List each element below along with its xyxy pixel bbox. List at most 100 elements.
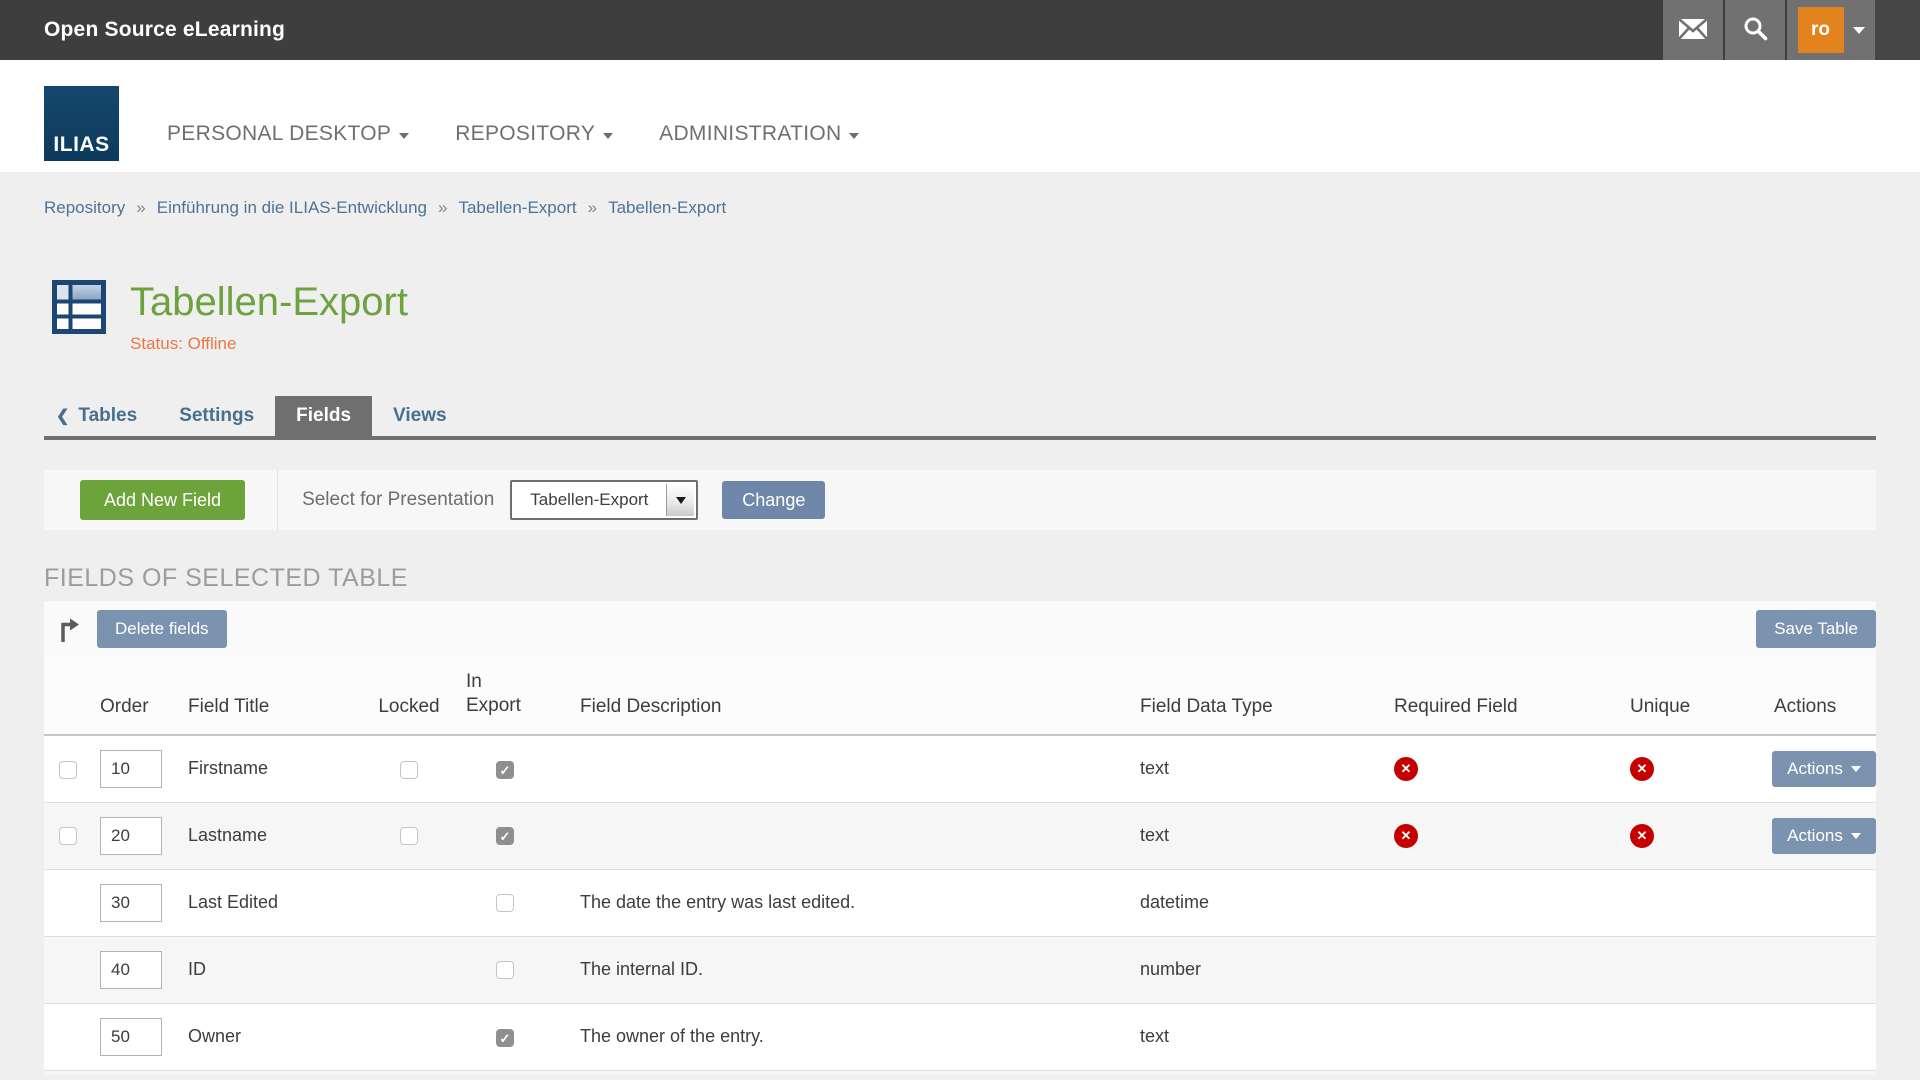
column-header-order: Order [92,657,176,735]
tab-tables[interactable]: ❮ Tables [44,396,158,436]
order-input[interactable] [100,817,162,855]
tab-settings[interactable]: Settings [158,396,275,436]
save-table-button[interactable]: Save Table [1756,610,1876,648]
table-command-row: Delete fields Save Table [44,601,1876,657]
in-export-checkbox[interactable]: ✓ [496,1029,514,1047]
locked-checkbox[interactable] [400,761,418,779]
section-title: FIELDS OF SELECTED TABLE [44,564,1920,593]
column-header-field-data-type: Field Data Type [1128,657,1378,735]
order-input[interactable] [100,951,162,989]
status-text: Status: Offline [130,334,408,354]
field-data-type-cell: number [1128,936,1378,1003]
page-title-block: Tabellen-Export Status: Offline [52,280,1920,354]
nav-administration[interactable]: ADMINISTRATION [659,122,859,146]
field-data-type-cell: datetime [1128,869,1378,936]
breadcrumb-link[interactable]: Repository [44,198,125,218]
topbar-actions: ro [1661,0,1920,60]
order-input[interactable] [100,750,162,788]
required-icon: ✕ [1394,757,1418,781]
field-description-cell: The owner of the entry. [558,1003,1128,1070]
nav-personal-desktop[interactable]: PERSONAL DESKTOP [167,122,409,146]
presentation-select-value: Tabellen-Export [512,490,648,510]
nav-repository[interactable]: REPOSITORY [455,122,613,146]
tab-views[interactable]: Views [372,396,468,436]
breadcrumb-link[interactable]: Tabellen-Export [608,198,726,218]
presentation-label: Select for Presentation [302,489,494,511]
top-bar: Open Source eLearning ro [0,0,1920,60]
tab-bar: ❮ Tables Settings Fields Views [44,396,1876,440]
site-title: Open Source eLearning [44,18,285,42]
table-row: Owner ✓ The owner of the entry. text [44,1003,1876,1070]
toolbar-divider [277,470,278,530]
field-title-cell: Last Edited [176,869,366,936]
column-header-required-field: Required Field [1378,657,1614,735]
breadcrumb-link[interactable]: Tabellen-Export [458,198,576,218]
in-export-checkbox[interactable]: ✓ [496,827,514,845]
fields-table: Order Field Title Locked In Export Field… [44,657,1876,1070]
avatar: ro [1798,7,1844,53]
table-row: Firstname ✓ text ✕ ✕ Actions [44,735,1876,802]
toolbar: Add New Field Select for Presentation Ta… [44,470,1876,530]
row-select-checkbox[interactable] [59,761,77,779]
chevron-down-icon [399,133,409,139]
unique-icon: ✕ [1630,757,1654,781]
ilias-logo[interactable]: ILIAS [44,86,119,161]
add-new-field-button[interactable]: Add New Field [80,480,245,520]
select-dropdown-icon [666,484,694,516]
topbar-filler [1875,0,1920,60]
breadcrumb-link[interactable]: Einführung in die ILIAS-Entwicklung [157,198,427,218]
table-row: ID The internal ID. number [44,936,1876,1003]
required-icon: ✕ [1394,824,1418,848]
column-header-in-export: In Export [452,657,558,735]
breadcrumb-separator: » [588,198,597,218]
select-column-header [44,657,92,735]
field-title-cell: Firstname [176,735,366,802]
fields-table-body: Firstname ✓ text ✕ ✕ Actions Lastname ✓ … [44,735,1876,1070]
user-menu-button[interactable]: ro [1787,0,1875,60]
row-actions-button[interactable]: Actions [1772,818,1876,854]
ilias-logo-label: ILIAS [53,133,109,161]
field-description-cell [558,735,1128,802]
fields-table-card: Delete fields Save Table Order Field Tit… [44,601,1876,1075]
table-object-icon [52,280,106,354]
row-actions-button[interactable]: Actions [1772,751,1876,787]
header-band: ILIAS PERSONAL DESKTOP REPOSITORY ADMINI… [0,60,1920,172]
field-title-cell: Owner [176,1003,366,1070]
tab-fields[interactable]: Fields [275,396,372,436]
column-header-unique: Unique [1614,657,1754,735]
column-header-field-description: Field Description [558,657,1128,735]
mail-button[interactable] [1663,0,1723,60]
order-input[interactable] [100,1018,162,1056]
in-export-checkbox[interactable] [496,961,514,979]
change-button[interactable]: Change [722,481,825,519]
partial-next-row [44,1070,1876,1075]
in-export-checkbox[interactable] [496,894,514,912]
chevron-down-icon [1851,833,1861,839]
unique-icon: ✕ [1630,824,1654,848]
chevron-down-icon [1853,27,1865,34]
column-header-locked: Locked [366,657,452,735]
search-button[interactable] [1725,0,1785,60]
breadcrumb: Repository » Einführung in die ILIAS-Ent… [0,172,1920,218]
breadcrumb-separator: » [136,198,145,218]
chevron-down-icon [603,133,613,139]
chevron-down-icon [1851,766,1861,772]
back-chevron-icon: ❮ [56,406,69,426]
delete-fields-button[interactable]: Delete fields [97,610,227,648]
in-export-checkbox[interactable]: ✓ [496,761,514,779]
main-nav: PERSONAL DESKTOP REPOSITORY ADMINISTRATI… [167,122,859,172]
presentation-select[interactable]: Tabellen-Export [510,480,698,520]
search-icon [1742,15,1769,45]
select-all-arrow-icon[interactable] [58,616,81,643]
field-description-cell: The internal ID. [558,936,1128,1003]
row-select-checkbox[interactable] [59,827,77,845]
chevron-down-icon [849,133,859,139]
column-header-actions: Actions [1754,657,1876,735]
field-description-cell: The date the entry was last edited. [558,869,1128,936]
order-input[interactable] [100,884,162,922]
field-title-cell: ID [176,936,366,1003]
field-data-type-cell: text [1128,735,1378,802]
column-header-field-title: Field Title [176,657,366,735]
breadcrumb-separator: » [438,198,447,218]
locked-checkbox[interactable] [400,827,418,845]
